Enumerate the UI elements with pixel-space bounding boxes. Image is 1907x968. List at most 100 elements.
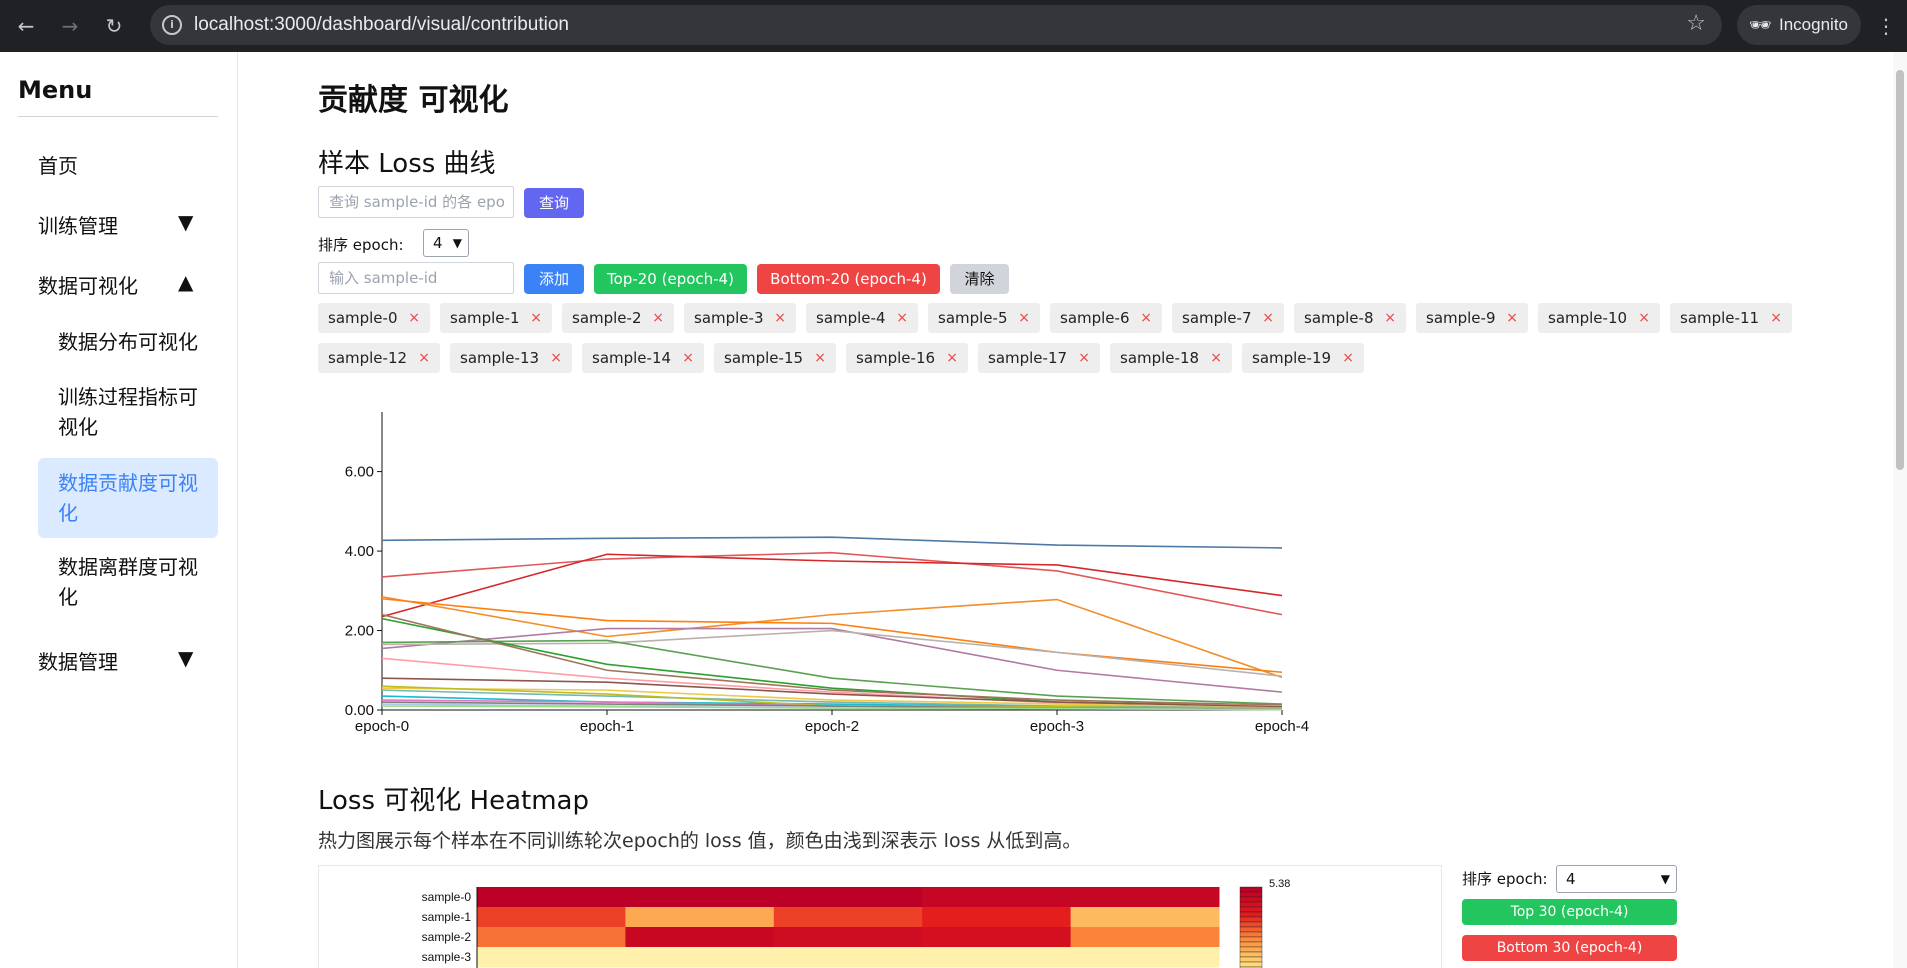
page-scrollbar[interactable] xyxy=(1893,52,1907,968)
sidebar-item-training[interactable]: 训练管理 xyxy=(38,210,118,239)
sample-tag: sample-5 × xyxy=(928,303,1040,333)
add-button[interactable]: 添加 xyxy=(524,264,584,294)
heatmap-section-title: Loss 可视化 Heatmap xyxy=(318,786,589,816)
remove-tag-icon[interactable]: × xyxy=(1078,343,1090,373)
remove-tag-icon[interactable]: × xyxy=(946,343,958,373)
remove-tag-icon[interactable]: × xyxy=(896,303,908,333)
heatmap-legend-step xyxy=(1239,961,1263,968)
sidebar-subitem-training-metrics[interactable]: 训练过程指标可视化 xyxy=(58,382,208,442)
sample-tag: sample-17 × xyxy=(978,343,1100,373)
remove-tag-icon[interactable]: × xyxy=(418,343,430,373)
series-line xyxy=(381,553,1283,618)
chevron-down-icon: ▼ xyxy=(452,236,462,250)
url-text[interactable]: localhost:3000/dashboard/visual/contribu… xyxy=(194,14,569,36)
incognito-badge[interactable]: 🕶 Incognito xyxy=(1737,5,1861,45)
sidebar-item-visualization[interactable]: 数据可视化 xyxy=(38,270,138,299)
sample-tag: sample-18 × xyxy=(1110,343,1232,373)
heatmap-cell xyxy=(625,887,775,908)
sample-tag-label: sample-3 xyxy=(694,309,764,327)
x-tick-label: epoch-4 xyxy=(1255,718,1309,735)
heatmap-cell xyxy=(625,907,775,928)
remove-tag-icon[interactable]: × xyxy=(1342,343,1354,373)
heatmap-row-label: sample-3 xyxy=(422,950,472,964)
sidebar-subitem-contribution[interactable]: 数据贡献度可视化 xyxy=(38,458,218,538)
remove-tag-icon[interactable]: × xyxy=(1638,303,1650,333)
heatmap-cell xyxy=(773,907,923,928)
heatmap-sort-select[interactable]: 4 ▼ xyxy=(1556,865,1677,893)
remove-tag-icon[interactable]: × xyxy=(530,303,542,333)
sample-tag: sample-6 × xyxy=(1050,303,1162,333)
heatmap-cell xyxy=(625,947,775,968)
sample-tag-label: sample-5 xyxy=(938,309,1008,327)
site-info-icon[interactable]: i xyxy=(162,15,182,35)
heatmap-legend-step xyxy=(1239,941,1263,948)
x-tick-label: epoch-2 xyxy=(805,718,859,735)
remove-tag-icon[interactable]: × xyxy=(1018,303,1030,333)
chevron-up-icon[interactable]: ▲ xyxy=(178,270,193,294)
heatmap-cell xyxy=(773,887,923,908)
heatmap-top-30-button[interactable]: Top 30 (epoch-4) xyxy=(1462,899,1677,925)
remove-tag-icon[interactable]: × xyxy=(550,343,562,373)
heatmap-legend-step xyxy=(1239,896,1263,903)
bottom-20-button[interactable]: Bottom-20 (epoch-4) xyxy=(757,264,940,294)
sort-epoch-select[interactable]: 4 ▼ xyxy=(423,229,469,257)
remove-tag-icon[interactable]: × xyxy=(774,303,786,333)
clear-button[interactable]: 清除 xyxy=(950,264,1009,294)
remove-tag-icon[interactable]: × xyxy=(1140,303,1152,333)
heatmap-row-label: sample-2 xyxy=(422,930,472,944)
sidebar-divider xyxy=(18,116,218,117)
heatmap-description: 热力图展示每个样本在不同训练轮次epoch的 loss 值，颜色由浅到深表示 l… xyxy=(318,830,1082,852)
heatmap-cell xyxy=(477,907,626,928)
remove-tag-icon[interactable]: × xyxy=(1384,303,1396,333)
remove-tag-icon[interactable]: × xyxy=(1506,303,1518,333)
sidebar-subitem-outlier[interactable]: 数据离群度可视化 xyxy=(58,552,208,612)
heatmap-bottom-30-button[interactable]: Bottom 30 (epoch-4) xyxy=(1462,935,1677,961)
back-icon[interactable]: ← xyxy=(10,10,42,42)
heatmap-cell xyxy=(922,907,1072,928)
incognito-icon: 🕶 xyxy=(1749,15,1772,35)
remove-tag-icon[interactable]: × xyxy=(1210,343,1222,373)
address-bar[interactable]: i localhost:3000/dashboard/visual/contri… xyxy=(150,5,1722,45)
forward-icon[interactable]: → xyxy=(54,10,86,42)
remove-tag-icon[interactable]: × xyxy=(814,343,826,373)
sidebar-title: Menu xyxy=(18,76,93,104)
sample-tag: sample-19 × xyxy=(1242,343,1364,373)
query-button[interactable]: 查询 xyxy=(524,188,584,218)
chevron-down-icon[interactable]: ▼ xyxy=(178,646,193,670)
heatmap-legend-step xyxy=(1239,951,1263,958)
sample-tag-label: sample-19 xyxy=(1252,349,1332,367)
heatmap-legend-step xyxy=(1239,911,1263,918)
sample-tag: sample-13 × xyxy=(450,343,572,373)
sample-tag: sample-3 × xyxy=(684,303,796,333)
sidebar-subitem-distribution[interactable]: 数据分布可视化 xyxy=(58,327,208,357)
query-sample-input[interactable]: 查询 sample-id 的各 epo xyxy=(318,186,514,218)
remove-tag-icon[interactable]: × xyxy=(408,303,420,333)
heatmap-legend-step xyxy=(1239,921,1263,928)
heatmap-legend-step xyxy=(1239,916,1263,923)
browser-menu-icon[interactable]: ⋮ xyxy=(1876,10,1896,42)
reload-icon[interactable]: ↻ xyxy=(98,10,130,42)
sample-tag-label: sample-1 xyxy=(450,309,520,327)
sample-tag: sample-14 × xyxy=(582,343,704,373)
heatmap-legend-step xyxy=(1239,926,1263,933)
x-tick-label: epoch-1 xyxy=(580,718,634,735)
remove-tag-icon[interactable]: × xyxy=(682,343,694,373)
y-tick-label: 0.00 xyxy=(345,702,374,719)
top-20-button[interactable]: Top-20 (epoch-4) xyxy=(594,264,747,294)
heatmap-sort-value: 4 xyxy=(1566,870,1576,888)
sidebar-item-data-management[interactable]: 数据管理 xyxy=(38,646,118,675)
chevron-down-icon[interactable]: ▼ xyxy=(178,210,193,234)
scrollbar-thumb[interactable] xyxy=(1896,70,1904,470)
add-sample-input[interactable]: 输入 sample-id xyxy=(318,262,514,294)
heatmap-legend-step xyxy=(1239,946,1263,953)
sample-tag: sample-1 × xyxy=(440,303,552,333)
y-tick-label: 6.00 xyxy=(345,464,374,481)
remove-tag-icon[interactable]: × xyxy=(1262,303,1274,333)
sample-tag-label: sample-2 xyxy=(572,309,642,327)
remove-tag-icon[interactable]: × xyxy=(652,303,664,333)
sample-tag-label: sample-16 xyxy=(856,349,936,367)
remove-tag-icon[interactable]: × xyxy=(1770,303,1782,333)
sample-tag-label: sample-13 xyxy=(460,349,540,367)
sidebar-item-home[interactable]: 首页 xyxy=(38,150,78,179)
bookmark-star-icon[interactable]: ☆ xyxy=(1686,11,1706,36)
